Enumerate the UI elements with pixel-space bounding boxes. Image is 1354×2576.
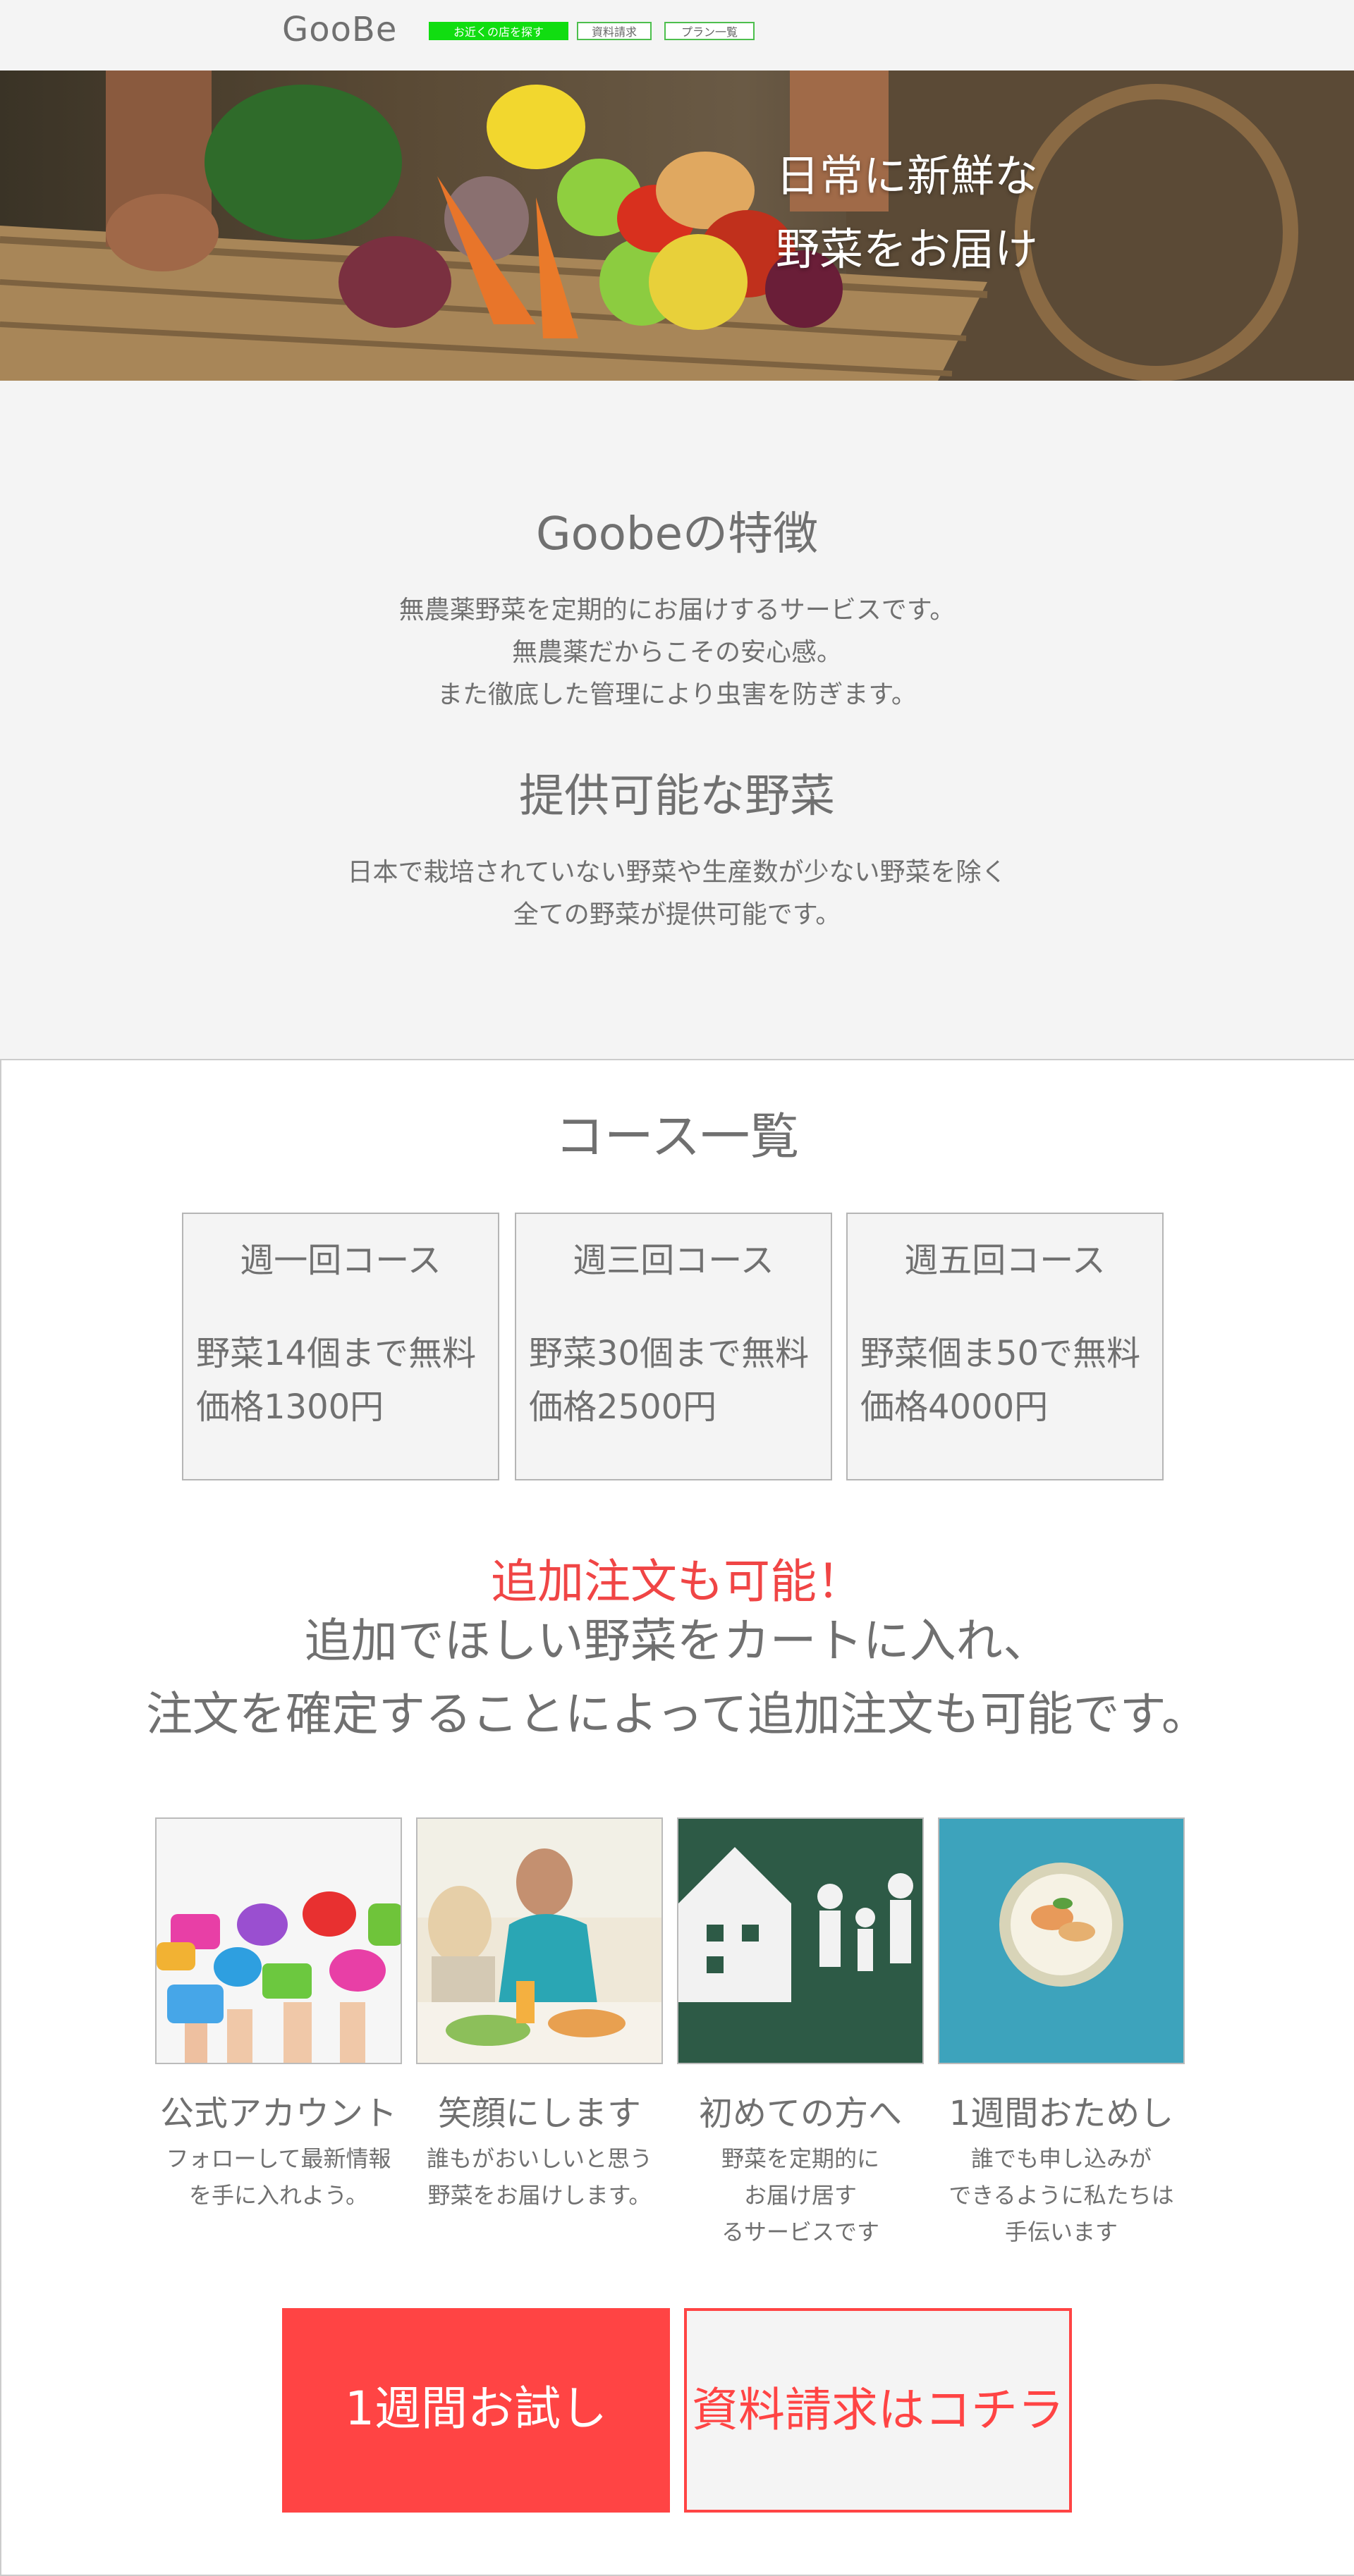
feature-desc-line: るサービスです	[721, 2219, 879, 2245]
course-item-limit: 野菜30個まで無料	[529, 1334, 810, 1373]
vegetables-description: 日本で栽培されていない野菜や生産数が少ない野菜を除く 全ての野菜が提供可能です。	[0, 852, 1354, 936]
extra-order-line-2: 注文を確定することによって追加注文も可能です。	[145, 1687, 1209, 1741]
course-price: 価格2500円	[529, 1387, 717, 1427]
feature-desc-line: 野菜を定期的に	[721, 2145, 879, 2172]
food-plate-photo	[938, 1817, 1185, 2064]
hero-headline: 日常に新鮮な 野菜をお届け	[776, 140, 1038, 286]
features-title: Goobeの特徴	[536, 508, 818, 560]
feature-title-first-time: 初めての方へ	[698, 2094, 902, 2133]
feature-desc-official-account: フォローして最新情報 を手に入れよう。	[148, 2140, 409, 2214]
feature-desc-line: お届け居す	[743, 2182, 857, 2209]
course-price: 価格4000円	[860, 1387, 1049, 1427]
feature-desc-line: 誰でも申し込みが	[970, 2145, 1152, 2172]
feature-desc-line: 野菜をお届けします。	[427, 2182, 652, 2209]
vegetables-line: 日本で栽培されていない野菜や生産数が少ない野菜を除く	[347, 858, 1007, 887]
feature-desc-line: 誰もがおいしいと思う	[426, 2145, 652, 2172]
vegetable-basket-image	[0, 70, 1354, 381]
course-item-limit: 野菜14個まで無料	[196, 1334, 477, 1373]
features-line: 無農薬だからこその安心感。	[511, 638, 842, 667]
course-card-weekly-5[interactable]: 週五回コース 野菜個ま50で無料 価格4000円	[846, 1213, 1164, 1480]
vegetables-line: 全ての野菜が提供可能です。	[513, 900, 841, 929]
course-item-limit: 野菜個ま50で無料	[860, 1334, 1141, 1373]
course-name: 週一回コース	[240, 1241, 441, 1280]
hero-line-2: 野菜をお届け	[776, 223, 1039, 275]
hero-line-1: 日常に新鮮な	[776, 150, 1039, 202]
site-logo[interactable]: GooBe	[282, 10, 397, 49]
feature-desc-line: できるように私たちは	[949, 2182, 1174, 2209]
feature-desc-smile: 誰もがおいしいと思う 野菜をお届けします。	[409, 2140, 670, 2214]
extra-order-highlight: 追加注文も可能！	[491, 1554, 863, 1609]
features-line: 無農薬野菜を定期的にお届けするサービスです。	[398, 596, 956, 625]
feature-desc-first-time: 野菜を定期的に お届け居す るサービスです	[670, 2140, 931, 2250]
one-week-trial-button[interactable]: 1週間お試し	[282, 2308, 670, 2513]
people-dining-photo	[416, 1817, 663, 2064]
hero-banner: 日常に新鮮な 野菜をお届け	[0, 70, 1354, 381]
find-store-button[interactable]: お近くの店を探す	[429, 22, 568, 40]
extra-order-description: 追加でほしい野菜をカートに入れ、 注文を確定することによって追加注文も可能です。	[0, 1605, 1354, 1751]
feature-title-smile: 笑顔にします	[437, 2094, 641, 2133]
course-name: 週三回コース	[573, 1241, 774, 1280]
feature-desc-line: を手に入れよう。	[188, 2182, 369, 2209]
social-icons-photo	[155, 1817, 402, 2064]
paper-family-photo	[677, 1817, 924, 2064]
site-header: GooBe お近くの店を探す 資料請求 プラン一覧	[0, 0, 1354, 70]
course-name: 週五回コース	[904, 1241, 1106, 1280]
course-card-weekly-1[interactable]: 週一回コース 野菜14個まで無料 価格1300円	[182, 1213, 499, 1480]
feature-title-official-account: 公式アカウント	[159, 2094, 397, 2133]
plans-nav-button[interactable]: プラン一覧	[664, 22, 755, 40]
request-docs-button[interactable]: 資料請求はコチラ	[684, 2308, 1072, 2513]
extra-order-line-1: 追加でほしい野菜をカートに入れ、	[304, 1614, 1050, 1668]
course-price: 価格1300円	[196, 1387, 384, 1427]
vegetables-title: 提供可能な野菜	[519, 771, 835, 823]
features-description: 無農薬野菜を定期的にお届けするサービスです。 無農薬だからこその安心感。 また徹…	[0, 589, 1354, 716]
feature-desc-trial-week: 誰でも申し込みが できるように私たちは 手伝います	[931, 2140, 1192, 2250]
course-card-weekly-3[interactable]: 週三回コース 野菜30個まで無料 価格2500円	[515, 1213, 832, 1480]
request-docs-nav-button[interactable]: 資料請求	[577, 22, 652, 40]
feature-title-trial-week: 1週間おためし	[949, 2094, 1174, 2133]
feature-desc-line: 手伝います	[1004, 2219, 1118, 2245]
features-line: また徹底した管理により虫害を防ぎます。	[437, 680, 917, 709]
feature-desc-line: フォローして最新情報	[166, 2145, 391, 2172]
courses-title: コース一覧	[554, 1108, 800, 1165]
